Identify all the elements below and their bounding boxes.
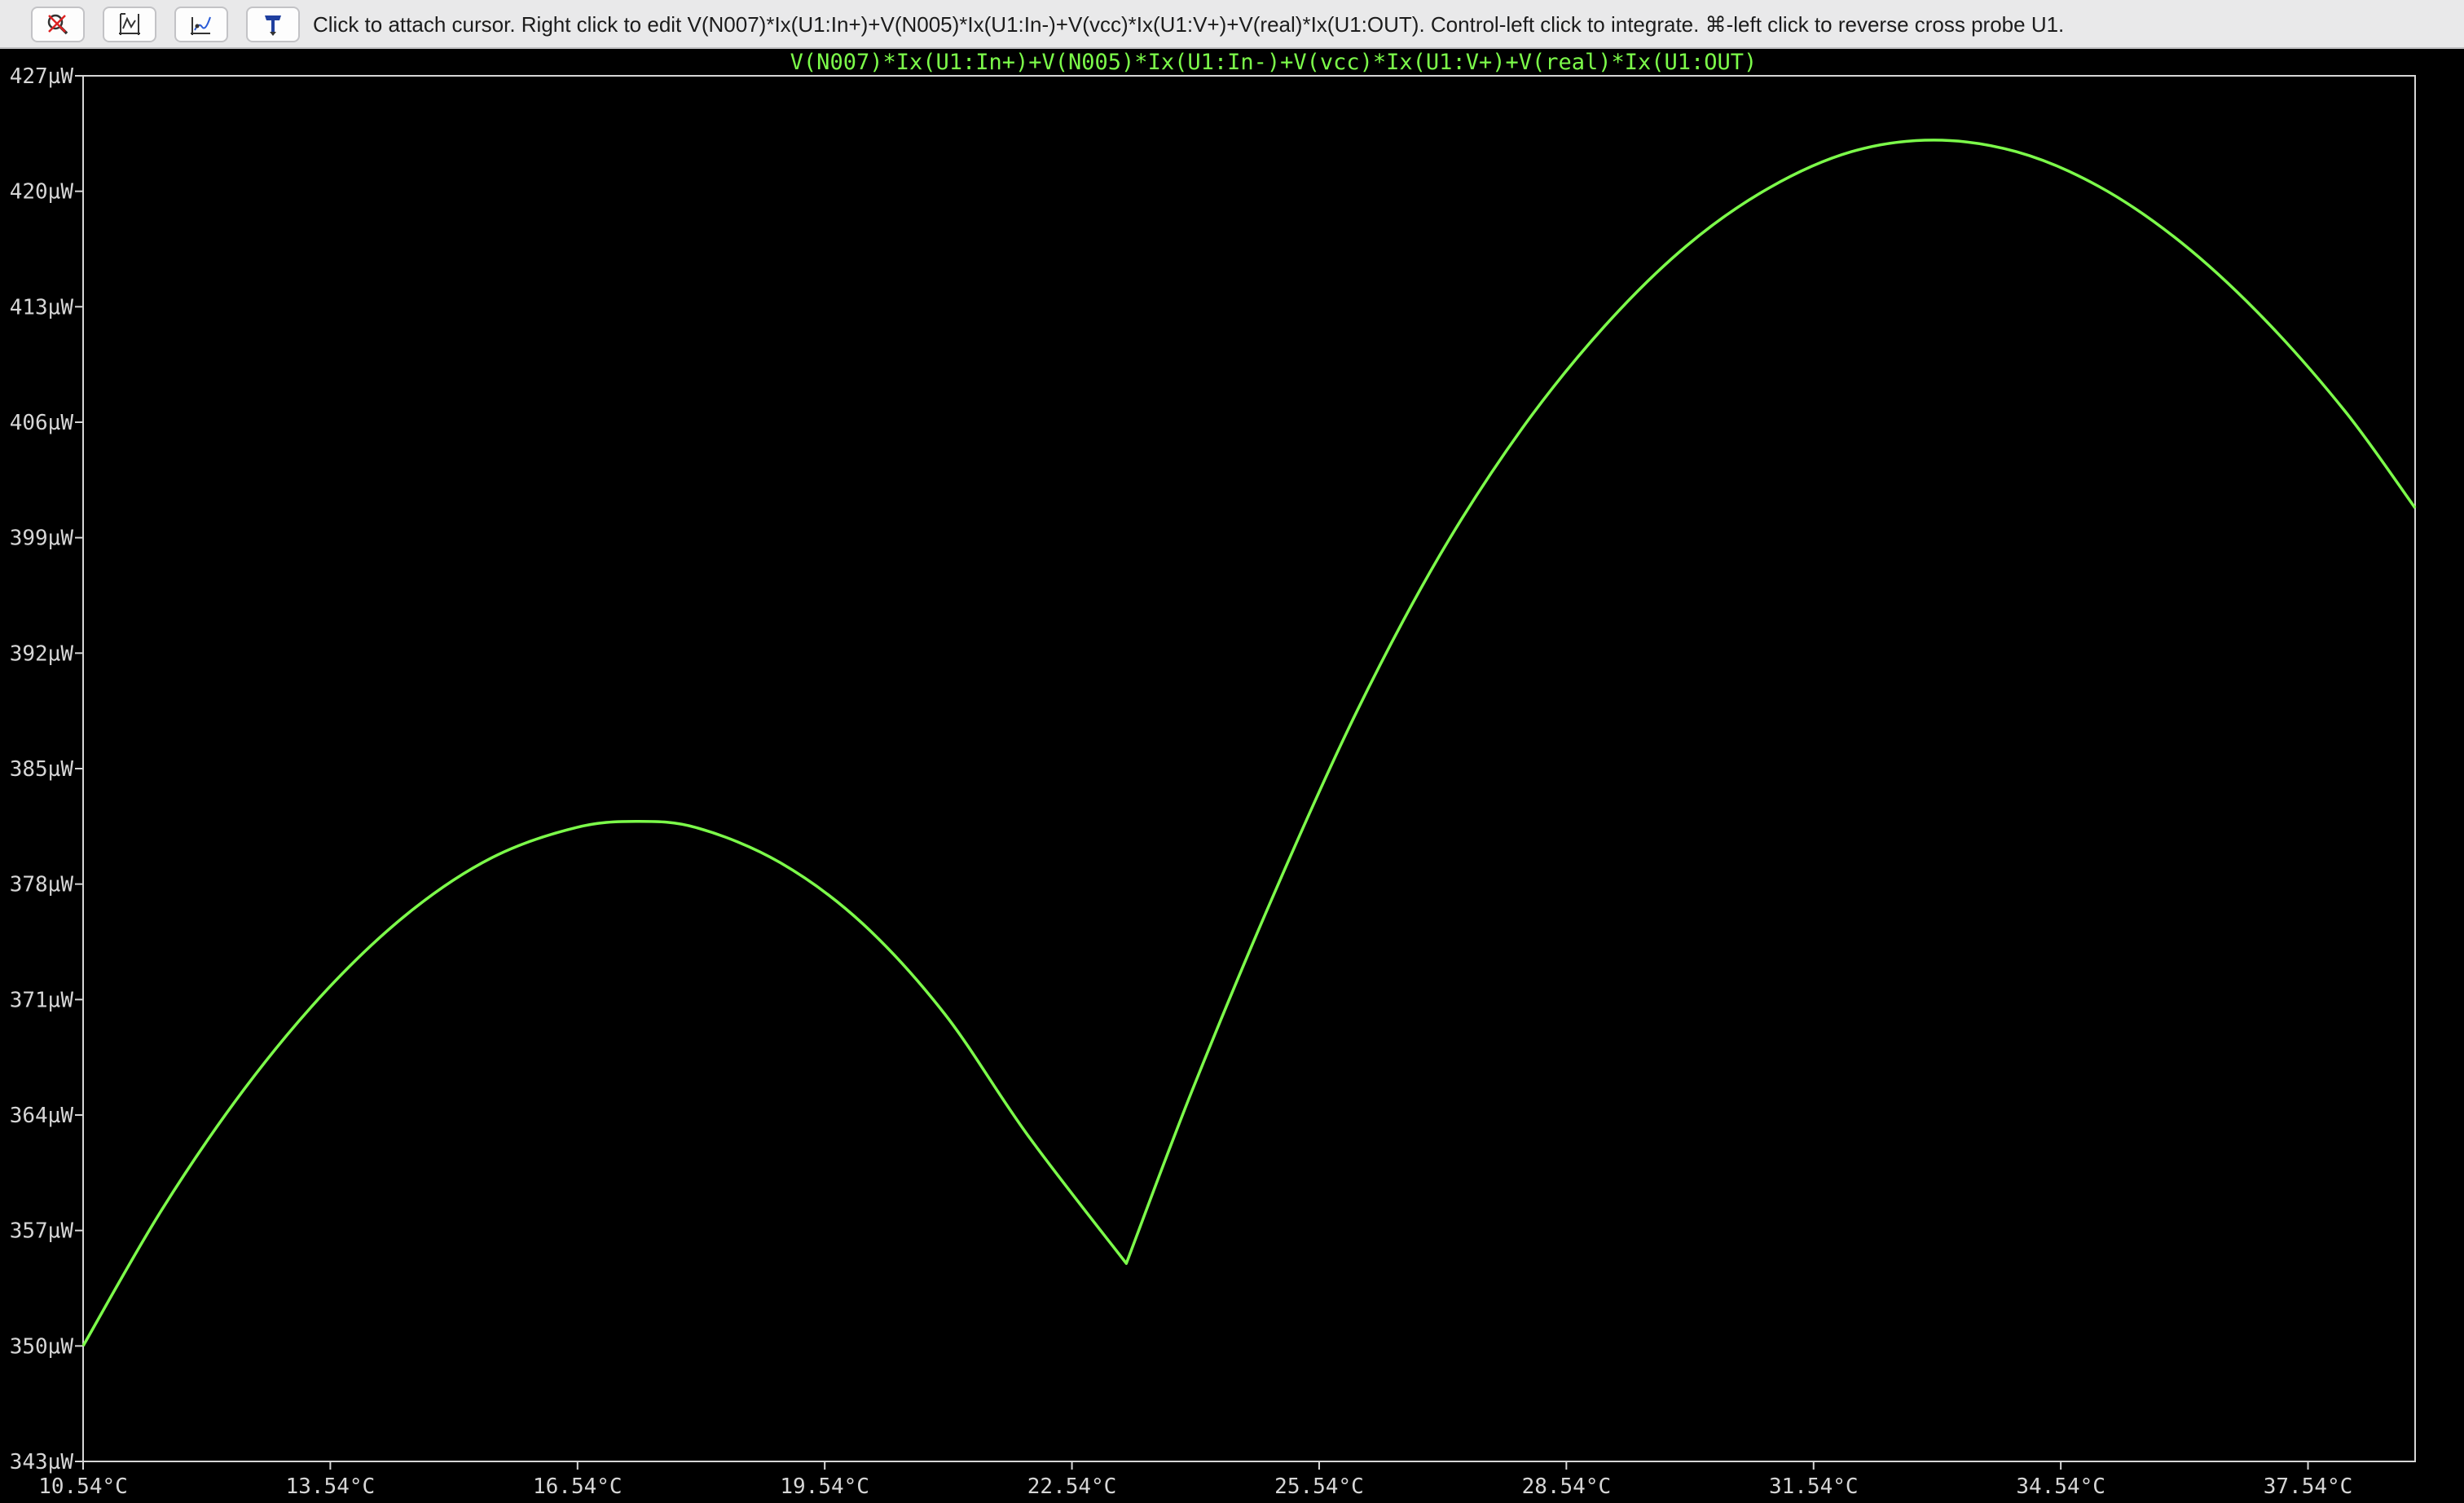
x-tick-label: 10.54°C: [38, 1474, 128, 1499]
y-tick-label: 371µW: [10, 988, 74, 1012]
y-tick-label: 385µW: [10, 757, 74, 782]
x-tick-label: 34.54°C: [2016, 1474, 2105, 1499]
y-tick-label: 343µW: [10, 1450, 74, 1474]
x-tick-label: 28.54°C: [1522, 1474, 1612, 1499]
y-tick-label: 413µW: [10, 295, 74, 320]
waveform-plot[interactable]: V(N007)*Ix(U1:In+)+V(N005)*Ix(U1:In-)+V(…: [0, 49, 2464, 1503]
x-tick-label: 13.54°C: [286, 1474, 376, 1499]
y-tick-label: 406µW: [10, 411, 74, 435]
trace-expression-label[interactable]: V(N007)*Ix(U1:In+)+V(N005)*Ix(U1:In-)+V(…: [790, 50, 1758, 75]
waveform-plot-area[interactable]: V(N007)*Ix(U1:In+)+V(N005)*Ix(U1:In-)+V(…: [0, 49, 2464, 1503]
y-tick-label: 392µW: [10, 641, 74, 666]
y-tick-label: 364µW: [10, 1104, 74, 1128]
y-tick-label: 350µW: [10, 1334, 74, 1359]
y-tick-label: 399µW: [10, 527, 74, 551]
y-tick-label: 420µW: [10, 180, 74, 205]
autorange-icon: [119, 13, 140, 35]
cross-probe-button[interactable]: [246, 7, 300, 42]
y-tick-label: 357µW: [10, 1219, 74, 1244]
tick-labels: 427µW 420µW 413µW 406µW 399µW 392µW 385µW 378µW…: [10, 64, 2353, 1499]
tick-marks: [75, 75, 2309, 1470]
cross-probe-icon: [265, 15, 281, 36]
x-tick-label: 31.54°C: [1769, 1474, 1859, 1499]
toolbar: Click to attach cursor. Right click to e…: [0, 0, 2464, 49]
x-tick-label: 22.54°C: [1027, 1474, 1117, 1499]
x-tick-label: 25.54°C: [1274, 1474, 1364, 1499]
x-tick-label: 19.54°C: [780, 1474, 869, 1499]
zoom-cancel-icon: [47, 14, 68, 35]
x-tick-label: 16.54°C: [533, 1474, 623, 1499]
plot-frame: [82, 75, 2416, 1462]
status-message: Click to attach cursor. Right click to e…: [313, 12, 2065, 37]
zoom-cancel-button[interactable]: [31, 7, 85, 42]
axes: [82, 75, 2416, 1462]
probe-trace-button[interactable]: [174, 7, 228, 42]
probe-trace-icon: [191, 16, 211, 35]
autorange-button[interactable]: [103, 7, 156, 42]
x-tick-label: 37.54°C: [2264, 1474, 2353, 1499]
y-tick-label: 427µW: [10, 64, 74, 89]
y-tick-label: 378µW: [10, 873, 74, 897]
trace-line[interactable]: [81, 139, 2417, 1347]
